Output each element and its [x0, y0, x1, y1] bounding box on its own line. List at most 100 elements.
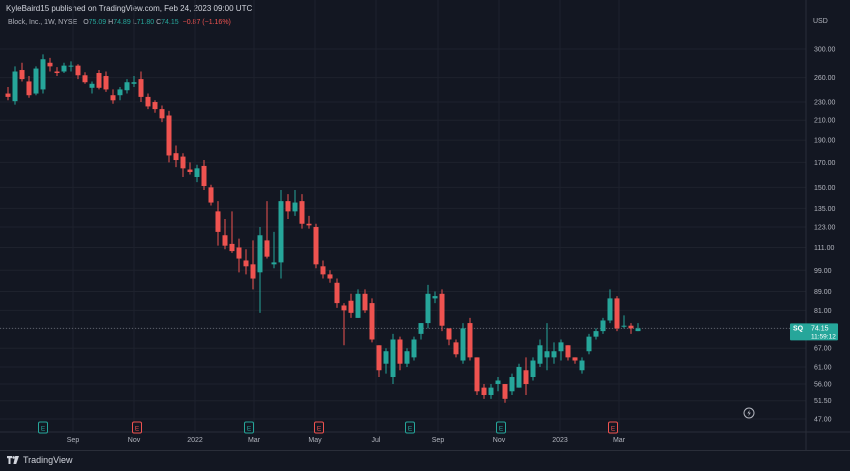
candle — [376, 345, 382, 378]
candle-body — [131, 82, 137, 84]
time-axis-label: Nov — [128, 437, 141, 444]
candle — [285, 194, 291, 220]
candle — [404, 348, 410, 367]
candle-body — [467, 323, 473, 358]
candle — [215, 201, 221, 246]
candle — [369, 298, 375, 343]
candle — [278, 190, 284, 279]
candle — [502, 384, 508, 403]
candle — [341, 303, 347, 346]
candle-body — [47, 62, 53, 67]
candle — [257, 226, 263, 313]
candle — [355, 289, 361, 318]
candle-body — [201, 165, 207, 187]
candle-body — [110, 95, 116, 101]
candle-body — [229, 243, 235, 252]
candle — [488, 384, 494, 399]
candle-body — [166, 115, 172, 156]
candle-body — [61, 65, 67, 72]
candle-body — [432, 296, 438, 299]
candle-body — [544, 351, 550, 358]
candle-body — [488, 387, 494, 396]
candle — [481, 384, 487, 399]
candle — [551, 342, 557, 364]
candle-body — [369, 303, 375, 340]
earnings-marker-label: E — [41, 426, 46, 433]
tradingview-logo[interactable]: TradingView — [7, 455, 73, 465]
candle-body — [222, 235, 228, 246]
event-lightning-icon — [743, 407, 755, 419]
candle — [166, 110, 172, 163]
earnings-marker-label: E — [135, 426, 140, 433]
candle-body — [208, 187, 214, 203]
candle-body — [33, 68, 39, 94]
candle — [453, 339, 459, 358]
candle — [635, 323, 641, 332]
candle — [530, 357, 536, 381]
candle-body — [19, 70, 25, 80]
candle — [460, 323, 466, 364]
candle — [54, 67, 60, 77]
bar-countdown: 11:59:12 — [811, 333, 836, 340]
candle — [614, 296, 620, 332]
candle — [467, 317, 473, 361]
footer-bar: TradingView — [0, 450, 850, 471]
candle — [474, 357, 480, 396]
candle — [320, 260, 326, 279]
candle — [558, 339, 564, 361]
candle-body — [117, 89, 123, 96]
candle-body — [187, 169, 193, 172]
candle-body — [320, 266, 326, 275]
candle-body — [152, 102, 158, 110]
candle-body — [103, 76, 109, 90]
candle — [439, 289, 445, 332]
candle-body — [600, 320, 606, 332]
candle-body — [236, 247, 242, 259]
candle-body — [96, 73, 102, 88]
candle — [89, 81, 95, 94]
candle-body — [502, 384, 508, 399]
candle-body — [446, 328, 452, 340]
price-axis-label: 56.00 — [814, 382, 832, 389]
candle-body — [355, 293, 361, 318]
price-axis-label: 190.00 — [814, 138, 836, 145]
earnings-marker-label: E — [247, 426, 252, 433]
candle-body — [257, 235, 263, 273]
candle — [509, 373, 515, 396]
price-axis-label: 300.00 — [814, 47, 836, 54]
candle-body — [418, 323, 424, 334]
last-price-value: 74.15 — [811, 325, 829, 332]
price-axis-label: 89.00 — [814, 289, 832, 296]
candle — [61, 62, 67, 74]
candles: EEEEEEE — [5, 54, 641, 434]
candle-body — [306, 223, 312, 226]
earnings-marker: E — [608, 421, 618, 434]
price-axis-label: 111.00 — [814, 245, 834, 252]
time-axis-label: Nov — [493, 437, 506, 444]
candle-body — [12, 71, 18, 102]
candle — [572, 357, 578, 364]
price-axis-label: 230.00 — [814, 100, 836, 107]
time-axis-label: Mar — [613, 437, 626, 444]
candle-body — [607, 298, 613, 321]
candle-body — [194, 168, 200, 177]
candle-body — [82, 75, 88, 83]
candle-body — [481, 387, 487, 396]
candle — [222, 219, 228, 250]
candle — [152, 100, 158, 113]
candle — [82, 72, 88, 84]
price-axis-label: 67.00 — [814, 346, 832, 353]
candle-body — [376, 345, 382, 371]
candle-body — [460, 328, 466, 361]
candle-body — [397, 339, 403, 364]
candle — [565, 345, 571, 361]
earnings-marker-label: E — [499, 426, 504, 433]
candle-body — [75, 65, 81, 76]
candle-body — [271, 262, 277, 265]
candle — [299, 194, 305, 229]
candle-body — [362, 293, 368, 311]
candle — [145, 93, 151, 110]
candle-body — [439, 293, 445, 326]
price-chart[interactable]: 300.00 260.00 230.00 210.00 190.00 170.00 150.… — [0, 0, 850, 450]
candle — [516, 363, 522, 388]
